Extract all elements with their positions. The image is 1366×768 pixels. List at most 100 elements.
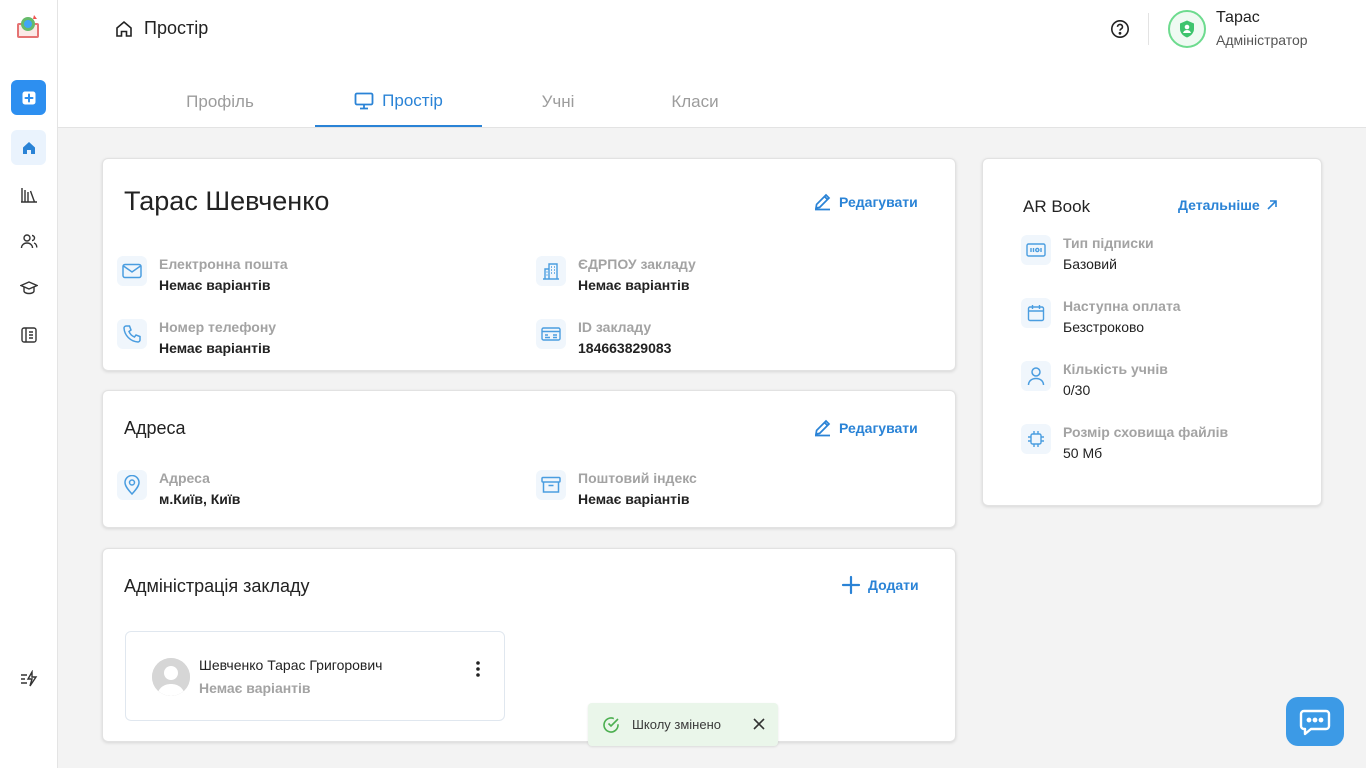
user-name: Тарас <box>1216 9 1260 26</box>
shield-user-icon <box>1177 19 1197 39</box>
tab-label: Профіль <box>186 91 254 111</box>
admin-name: Шевченко Тарас Григорович <box>199 657 383 673</box>
postal-code-field: Поштовий індекс Немає варіантів <box>536 470 697 507</box>
subscription-type-field: Тип підписки Базовий <box>1021 235 1154 272</box>
arrow-up-right-icon <box>1266 199 1278 211</box>
pencil-icon <box>813 192 832 211</box>
email-field: Електронна пошта Немає варіантів <box>117 256 288 293</box>
breadcrumb-label: Простір <box>144 18 209 38</box>
add-admin-button[interactable]: Додати <box>841 575 919 595</box>
address-field: Адреса м.Київ, Київ <box>117 470 240 507</box>
subscription-title: AR Book <box>1023 197 1091 216</box>
header-divider <box>1148 13 1149 45</box>
field-label: Тип підписки <box>1063 235 1154 251</box>
field-label: Електронна пошта <box>159 256 288 272</box>
home-outline-icon <box>114 19 134 39</box>
tab-bar: Профіль Простір Учні Класи <box>58 76 1366 128</box>
edit-profile-button[interactable]: Редагувати <box>813 192 918 211</box>
toast-message: Школу змінено <box>632 717 721 732</box>
chat-button[interactable] <box>1286 697 1344 746</box>
edit-address-button[interactable]: Редагувати <box>813 418 918 437</box>
tab-space[interactable]: Простір <box>315 76 482 127</box>
graduation-cap-icon <box>19 279 38 297</box>
pencil-icon <box>813 418 832 437</box>
edit-label: Редагувати <box>839 419 918 436</box>
profile-card: Тарас Шевченко Редагувати Електронна пош… <box>102 158 956 371</box>
header: Простір Тарас Адміністратор Профіль Прос… <box>58 0 1366 128</box>
chip-icon <box>1021 424 1051 454</box>
edrpou-field: ЄДРПОУ закладу Немає варіантів <box>536 256 696 293</box>
calendar-icon <box>1021 298 1051 328</box>
tab-classes[interactable]: Класи <box>668 76 722 127</box>
home-icon <box>21 140 37 156</box>
lightning-icon <box>20 669 38 688</box>
tab-label: Класи <box>671 91 719 111</box>
field-label: Адреса <box>159 470 210 486</box>
toast-notification: Школу змінено <box>588 703 778 746</box>
field-value: 184663829083 <box>578 340 672 356</box>
plus-square-icon <box>22 91 36 105</box>
tab-students[interactable]: Учні <box>538 76 578 127</box>
tab-label: Простір <box>382 90 443 110</box>
books-icon <box>20 186 38 204</box>
sidebar-collapse-button[interactable] <box>11 661 46 696</box>
students-count-field: Кількість учнів 0/30 <box>1021 361 1168 398</box>
breadcrumb[interactable]: Простір <box>114 18 208 39</box>
field-label: ЄДРПОУ закладу <box>578 256 696 272</box>
avatar[interactable] <box>1168 10 1206 48</box>
user-icon <box>1021 361 1051 391</box>
more-vertical-icon[interactable] <box>470 660 486 678</box>
field-value: Немає варіантів <box>159 340 271 356</box>
field-value: Немає варіантів <box>159 277 271 293</box>
sidebar-item-library[interactable] <box>11 177 46 212</box>
details-label: Детальніше <box>1178 197 1260 213</box>
sidebar-item-users[interactable] <box>11 223 46 258</box>
help-icon[interactable] <box>1110 19 1130 39</box>
user-role: Адміністратор <box>1216 32 1308 48</box>
admin-subtitle: Немає варіантів <box>199 680 311 696</box>
monitor-icon <box>354 92 374 110</box>
field-label: Розмір сховища файлів <box>1063 424 1229 440</box>
phone-field: Номер телефону Немає варіантів <box>117 319 276 356</box>
sidebar-item-home[interactable] <box>11 130 46 165</box>
field-value: Базовий <box>1063 256 1117 272</box>
sidebar-item-classes[interactable] <box>11 270 46 305</box>
field-label: ID закладу <box>578 319 652 335</box>
field-value: Безстроково <box>1063 319 1145 335</box>
field-label: Поштовий індекс <box>578 470 697 486</box>
sidebar <box>0 0 58 768</box>
admin-list-item[interactable]: Шевченко Тарас Григорович Немає варіанті… <box>125 631 505 721</box>
archive-icon <box>536 470 566 500</box>
add-label: Додати <box>868 577 919 593</box>
profile-name: Тарас Шевченко <box>124 186 330 216</box>
administration-card: Адміністрація закладу Додати Шевченко Та… <box>102 548 956 742</box>
school-id-field: ID закладу 184663829083 <box>536 319 671 356</box>
chat-bubble-icon <box>1299 708 1331 736</box>
field-value: 0/30 <box>1063 382 1091 398</box>
app-logo[interactable] <box>14 13 42 41</box>
sidebar-item-journal[interactable] <box>11 317 46 352</box>
field-value: м.Київ, Київ <box>159 491 241 507</box>
administration-title: Адміністрація закладу <box>124 576 310 596</box>
book-icon <box>20 326 38 344</box>
add-button[interactable] <box>11 80 46 115</box>
mail-icon <box>117 256 147 286</box>
tab-label: Учні <box>541 91 575 111</box>
building-icon <box>536 256 566 286</box>
details-link[interactable]: Детальніше <box>1178 197 1278 213</box>
id-card-icon <box>536 319 566 349</box>
field-value: Немає варіантів <box>578 277 690 293</box>
storage-size-field: Розмір сховища файлів 50 Мб <box>1021 424 1228 461</box>
close-icon[interactable] <box>752 717 766 731</box>
address-card: Адреса Редагувати Адреса м.Київ, Київ По… <box>102 390 956 528</box>
field-label: Наступна оплата <box>1063 298 1181 314</box>
users-icon <box>20 232 38 250</box>
tab-profile[interactable]: Профіль <box>183 76 257 127</box>
field-label: Кількість учнів <box>1063 361 1168 377</box>
phone-icon <box>117 319 147 349</box>
check-circle-icon <box>602 716 620 734</box>
location-pin-icon <box>117 470 147 500</box>
field-label: Номер телефону <box>159 319 277 335</box>
edit-label: Редагувати <box>839 193 918 210</box>
plus-icon <box>841 575 861 595</box>
